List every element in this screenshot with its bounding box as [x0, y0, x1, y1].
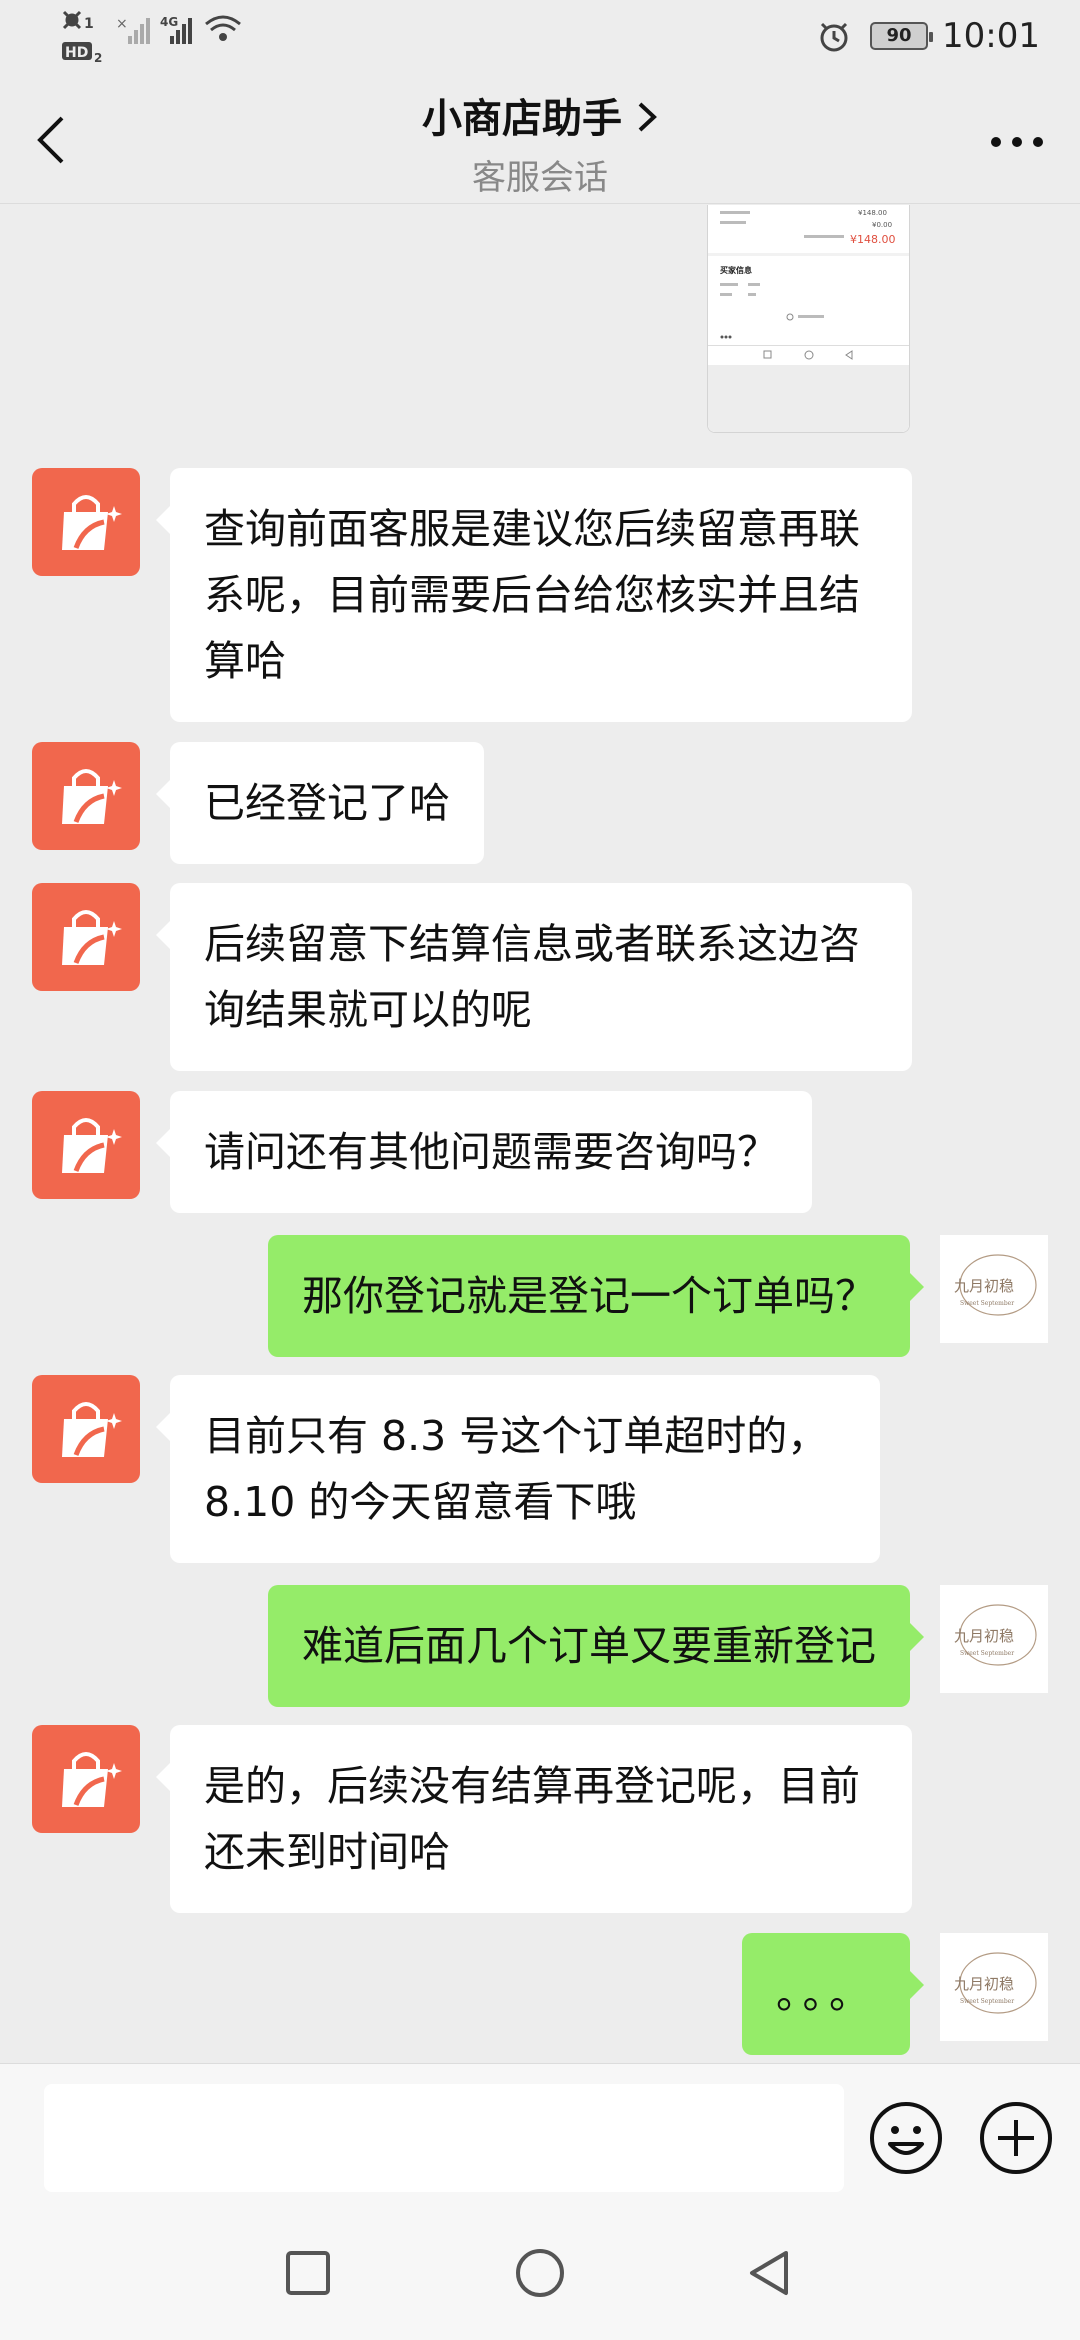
message-text: 难道后面几个订单又要重新登记 — [302, 1622, 876, 1670]
message-text: 请问还有其他问题需要咨询吗？ — [204, 1128, 778, 1176]
recent-apps-button[interactable] — [280, 2245, 336, 2301]
message-bubble-self[interactable]: 难道后面几个订单又要重新登记 — [268, 1585, 924, 1707]
signal-icons: 1 HD 2 × 4G — [62, 10, 241, 65]
svg-text:1: 1 — [84, 16, 94, 32]
svg-text:¥0.00: ¥0.00 — [872, 221, 892, 229]
shopping-bag-icon — [62, 495, 122, 550]
svg-text:Sweet September: Sweet September — [960, 1300, 1014, 1307]
message-text: 。。。 — [776, 1970, 876, 2018]
svg-text:Sweet September: Sweet September — [960, 1998, 1014, 2005]
message-input[interactable] — [44, 2084, 844, 2192]
plus-circle-icon — [980, 2102, 1052, 2174]
image-message[interactable]: ¥148.00 ¥0.00 ¥148.00 买家信息 — [707, 205, 910, 433]
order-screenshot-thumbnail: ¥148.00 ¥0.00 ¥148.00 买家信息 — [708, 205, 909, 432]
home-button[interactable] — [512, 2245, 568, 2301]
message-bubble[interactable]: 请问还有其他问题需要咨询吗？ — [156, 1091, 812, 1213]
user-avatar[interactable]: 九月初稳 Sweet September — [940, 1933, 1048, 2041]
user-avatar-image: 九月初稳 Sweet September — [940, 1933, 1048, 2041]
more-dots-icon — [991, 137, 1043, 147]
user-avatar-image: 九月初稳 Sweet September — [940, 1585, 1048, 1693]
back-nav-button[interactable] — [742, 2245, 798, 2301]
message-bubble[interactable]: 目前只有 8.3 号这个订单超时的，8.10 的今天留意看下哦 — [156, 1375, 880, 1563]
message-bubble-self[interactable]: 那你登记就是登记一个订单吗？ — [268, 1235, 924, 1357]
assistant-avatar[interactable] — [32, 468, 140, 576]
emoji-button[interactable] — [868, 2100, 944, 2176]
battery-indicator: 90 — [870, 22, 934, 50]
svg-text:¥148.00: ¥148.00 — [858, 209, 887, 217]
assistant-avatar[interactable] — [32, 1725, 140, 1833]
svg-text:2: 2 — [94, 51, 102, 65]
svg-text:×: × — [116, 16, 128, 32]
user-avatar[interactable]: 九月初稳 Sweet September — [940, 1585, 1048, 1693]
svg-text:买家信息: 买家信息 — [720, 265, 752, 275]
shopping-bag-icon — [62, 1402, 122, 1457]
assistant-avatar[interactable] — [32, 1091, 140, 1199]
status-bar: 1 HD 2 × 4G 90 10:01 — [0, 0, 1080, 72]
chat-header: 小商店助手 客服会话 — [0, 72, 1080, 204]
user-avatar[interactable]: 九月初稳 Sweet September — [940, 1235, 1048, 1343]
status-right: 90 10:01 — [816, 14, 1040, 58]
message-composer — [0, 2063, 1080, 2205]
svg-text:4G: 4G — [160, 15, 178, 29]
message-bubble[interactable]: 是的，后续没有结算再登记呢，目前还未到时间哈 — [156, 1725, 912, 1913]
triangle-back-icon — [750, 2251, 788, 2295]
status-left: 1 HD 2 × 4G — [58, 6, 278, 66]
message-text: 那你登记就是登记一个订单吗？ — [302, 1272, 876, 1320]
svg-text:九月初稳: 九月初稳 — [954, 1975, 1014, 1993]
more-button[interactable] — [984, 122, 1050, 162]
message-text: 是的，后续没有结算再登记呢，目前还未到时间哈 — [204, 1762, 860, 1876]
shopping-bag-icon — [62, 1118, 122, 1173]
chat-title-text: 小商店助手 — [422, 96, 622, 142]
message-bubble[interactable]: 查询前面客服是建议您后续留意再联系呢，目前需要后台给您核实并且结算哈 — [156, 468, 912, 722]
message-bubble[interactable]: 已经登记了哈 — [156, 742, 484, 864]
chat-message-list[interactable]: ¥148.00 ¥0.00 ¥148.00 买家信息 查询前面客服是建议您后续留… — [0, 205, 1080, 2063]
circle-icon — [516, 2249, 564, 2297]
message-text: 后续留意下结算信息或者联系这边咨询结果就可以的呢 — [204, 920, 860, 1034]
assistant-avatar[interactable] — [32, 883, 140, 991]
svg-text:Sweet September: Sweet September — [960, 1650, 1014, 1657]
message-text: 目前只有 8.3 号这个订单超时的，8.10 的今天留意看下哦 — [204, 1412, 829, 1526]
more-functions-button[interactable] — [978, 2100, 1054, 2176]
svg-text:¥148.00: ¥148.00 — [850, 233, 896, 246]
assistant-avatar[interactable] — [32, 742, 140, 850]
system-navigation-bar — [0, 2205, 1080, 2340]
shopping-bag-icon — [62, 769, 122, 824]
shopping-bag-icon — [62, 910, 122, 965]
assistant-avatar[interactable] — [32, 1375, 140, 1483]
svg-text:九月初稳: 九月初稳 — [954, 1277, 1014, 1295]
message-text: 查询前面客服是建议您后续留意再联系呢，目前需要后台给您核实并且结算哈 — [204, 505, 860, 685]
chevron-right-icon — [636, 98, 658, 144]
square-icon — [286, 2251, 330, 2295]
svg-text:HD: HD — [65, 45, 88, 61]
chat-subtitle: 客服会话 — [472, 158, 608, 198]
status-time: 10:01 — [942, 16, 1040, 56]
message-text: 已经登记了哈 — [204, 779, 450, 827]
alarm-icon — [820, 22, 848, 52]
smiley-icon — [870, 2102, 942, 2174]
shopping-bag-icon — [62, 1752, 122, 1807]
user-avatar-image: 九月初稳 Sweet September — [940, 1235, 1048, 1343]
message-bubble-self[interactable]: 。。。 — [742, 1933, 924, 2055]
svg-text:九月初稳: 九月初稳 — [954, 1627, 1014, 1645]
chat-title[interactable]: 小商店助手 — [0, 86, 1080, 144]
message-bubble[interactable]: 后续留意下结算信息或者联系这边咨询结果就可以的呢 — [156, 883, 912, 1071]
